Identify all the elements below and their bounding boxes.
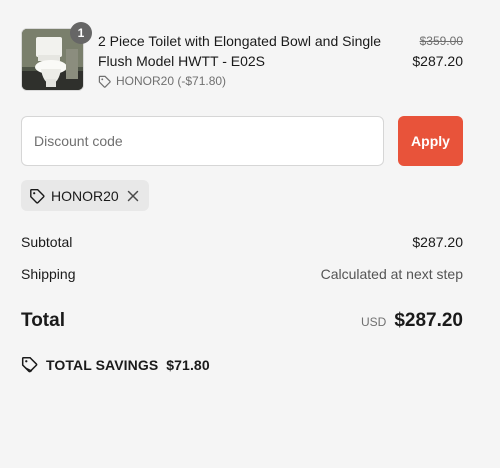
cart-line-item: 1 2 Piece Toilet with Elongated Bowl and… [21,22,463,92]
shipping-label: Shipping [21,266,76,282]
tag-icon [30,188,45,204]
product-thumbnail: 1 [21,22,92,91]
currency-code: USD [360,315,387,329]
discount-form: Apply [21,116,463,166]
product-title: 2 Piece Toilet with Elongated Bowl and S… [98,33,382,69]
line-item-discount-label: HONOR20 (-$71.80) [116,74,227,88]
total-savings: TOTAL SAVINGS $71.80 [21,356,210,373]
discount-code-input[interactable] [21,116,384,166]
total-amount: USD $287.20 [361,310,463,332]
close-icon [127,190,139,201]
applied-discount-chip: HONOR20 [21,180,149,211]
line-item-discount: HONOR20 (-$71.80) [98,74,226,88]
subtotal-value: $287.20 [412,234,463,250]
discounted-price: $287.20 [412,53,463,69]
tag-icon [21,356,38,373]
applied-code-label: HONOR20 [51,187,119,204]
apply-button[interactable]: Apply [398,116,463,166]
original-price: $359.00 [419,34,463,48]
savings-value: $71.80 [166,356,210,373]
item-prices: $359.00 $287.20 [412,33,463,71]
total-label: Total [21,310,65,331]
tag-icon [98,75,111,88]
shipping-row: Shipping Calculated at next step [21,266,463,282]
total-row: Total USD $287.20 [21,310,463,332]
remove-discount-button[interactable] [125,188,141,204]
shipping-value: Calculated at next step [320,266,463,282]
total-value: $287.20 [394,310,463,331]
quantity-badge: 1 [70,22,92,44]
savings-label: TOTAL SAVINGS [46,356,159,373]
subtotal-label: Subtotal [21,234,73,250]
subtotal-row: Subtotal $287.20 [21,234,463,250]
